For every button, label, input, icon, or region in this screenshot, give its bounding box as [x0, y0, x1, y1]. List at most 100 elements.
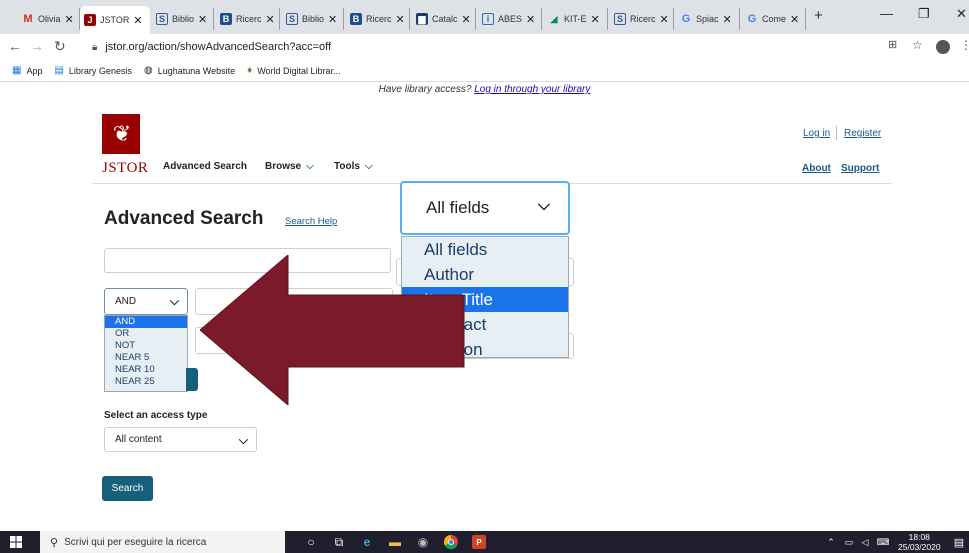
os-taskbar: ⚲ Scrivi qui per eseguire la ricerca ○ ⧉…: [0, 531, 969, 553]
about-link[interactable]: About: [802, 163, 831, 174]
task-view-icon[interactable]: ⧉: [332, 535, 346, 549]
tab-gmail[interactable]: M Olivia ✕: [18, 8, 80, 30]
tab-biblio[interactable]: S Biblio ✕: [152, 8, 214, 30]
tab-abes[interactable]: i ABES ✕: [478, 8, 542, 30]
field-select[interactable]: All fields ⌵: [400, 181, 570, 235]
close-tab-icon[interactable]: ✕: [65, 13, 74, 26]
restore-icon[interactable]: ❐: [918, 6, 930, 22]
bookmark-library-genesis[interactable]: ▤ Library Genesis: [54, 65, 131, 76]
tab-label: KIT-E: [564, 14, 587, 24]
lock-icon: 🔒︎: [92, 41, 98, 53]
access-type-value: All content: [115, 434, 162, 445]
translate-icon[interactable]: ⊞: [888, 38, 897, 51]
tab-label: ABES: [498, 14, 523, 24]
chrome-logo-icon: [444, 535, 458, 549]
google-icon: G: [681, 13, 691, 25]
close-tab-icon[interactable]: ✕: [790, 13, 799, 26]
chevron-down-icon: ⌵: [169, 294, 179, 308]
close-tab-icon[interactable]: ✕: [723, 13, 732, 26]
page-title: Advanced Search: [104, 208, 264, 229]
battery-icon[interactable]: ▭: [842, 535, 856, 549]
chevron-down-icon: ⌵: [364, 161, 373, 172]
operator-option[interactable]: NOT: [105, 340, 187, 352]
chevron-down-icon: ⌵: [537, 197, 550, 214]
edge-icon[interactable]: e: [360, 535, 374, 549]
s-icon: S: [156, 13, 168, 25]
taskbar-clock[interactable]: 18:08 25/03/2020: [898, 532, 941, 552]
close-tab-icon[interactable]: ✕: [266, 13, 275, 26]
cortana-icon[interactable]: ○: [304, 535, 318, 549]
add-field-button[interactable]: [186, 368, 198, 391]
search-button[interactable]: Search: [102, 476, 153, 501]
bookmarks-bar: ▦ App ▤ Library Genesis ◍ Lughatuna Website…: [0, 60, 969, 82]
url-text: jstor.org/action/showAdvancedSearch?acc=…: [105, 41, 332, 53]
tab-spiacenti[interactable]: G Spiac ✕: [676, 8, 740, 30]
tab-jstor[interactable]: J JSTOR ✕: [80, 6, 150, 34]
close-tab-icon[interactable]: ✕: [396, 13, 405, 26]
tab-come[interactable]: G Come ✕: [742, 8, 806, 30]
star-icon[interactable]: ☆: [912, 38, 923, 52]
operator-option[interactable]: OR: [105, 328, 187, 340]
tab-catalogo[interactable]: ▆ Catalc ✕: [412, 8, 476, 30]
nav-advanced-search[interactable]: Advanced Search: [163, 161, 247, 172]
reload-icon[interactable]: ↻: [54, 38, 66, 55]
menu-icon[interactable]: ⋮: [960, 38, 969, 52]
tab-label: Biblio: [172, 14, 195, 24]
close-tab-icon[interactable]: ✕: [133, 14, 142, 27]
tab-biblio-2[interactable]: S Biblio ✕: [282, 8, 344, 30]
file-explorer-icon[interactable]: ▬: [388, 535, 402, 549]
bookmark-apps[interactable]: ▦ App: [12, 65, 42, 76]
new-tab-button[interactable]: +: [814, 7, 823, 24]
tab-ricerca-2[interactable]: B Ricerc ✕: [346, 8, 410, 30]
register-link[interactable]: Register: [844, 128, 881, 139]
close-tab-icon[interactable]: ✕: [462, 13, 471, 26]
taskbar-search-input[interactable]: ⚲ Scrivi qui per eseguire la ricerca: [40, 531, 285, 553]
media-icon[interactable]: ◉: [416, 535, 430, 549]
access-type-select[interactable]: All content ⌵: [104, 427, 257, 452]
nav-tools[interactable]: Tools ⌵: [334, 161, 373, 172]
close-tab-icon[interactable]: ✕: [660, 13, 669, 26]
volume-icon[interactable]: ◁: [858, 535, 872, 549]
tab-kit[interactable]: ◢ KIT-E ✕: [544, 8, 608, 30]
operator-option[interactable]: NEAR 5: [105, 352, 187, 364]
browser-tab-strip: M Olivia ✕ J JSTOR ✕ S Biblio ✕ B Ricerc ✕ S…: [0, 0, 969, 34]
windows-start-icon[interactable]: [10, 536, 22, 548]
bookmark-world-digital-library[interactable]: ♦ World Digital Librar...: [247, 65, 340, 76]
keyboard-icon[interactable]: ⌨: [876, 535, 890, 549]
close-tab-icon[interactable]: ✕: [526, 13, 535, 26]
login-link[interactable]: Log in: [803, 128, 830, 139]
support-link[interactable]: Support: [841, 163, 879, 174]
bookmark-lughatuna[interactable]: ◍ Lughatuna Website: [144, 65, 235, 76]
tray-chevron-icon[interactable]: ⌃: [824, 535, 838, 549]
search-help-link[interactable]: Search Help: [285, 216, 337, 227]
tab-ricerca[interactable]: B Ricerc ✕: [216, 8, 280, 30]
close-tab-icon[interactable]: ✕: [328, 13, 337, 26]
chrome-icon[interactable]: [444, 535, 458, 549]
s-icon: S: [286, 13, 298, 25]
notifications-icon[interactable]: ▤: [952, 535, 966, 549]
tab-ricerca-3[interactable]: S Ricerc ✕: [610, 8, 674, 30]
close-tab-icon[interactable]: ✕: [198, 13, 207, 26]
forward-icon[interactable]: →: [30, 38, 44, 54]
minimize-icon[interactable]: —: [880, 6, 893, 21]
url-field[interactable]: 🔒︎ jstor.org/action/showAdvancedSearch?a…: [92, 37, 872, 57]
clock-date: 25/03/2020: [898, 542, 941, 552]
close-window-icon[interactable]: ✕: [956, 6, 967, 22]
operator-option[interactable]: AND: [105, 316, 187, 328]
operator-select[interactable]: AND ⌵: [104, 288, 188, 315]
library-login-link[interactable]: Log in through your library: [474, 84, 590, 95]
nav-browse[interactable]: Browse ⌵: [265, 161, 314, 172]
jstor-emblem-icon: ❦: [102, 114, 140, 154]
nav-label: Browse: [265, 161, 302, 172]
globe-icon: ◍: [143, 65, 153, 76]
b-icon: B: [350, 13, 362, 25]
close-tab-icon[interactable]: ✕: [591, 13, 600, 26]
operator-option[interactable]: NEAR 10: [105, 364, 187, 376]
jstor-logo[interactable]: ❦ JSTOR: [102, 114, 148, 176]
avatar[interactable]: [936, 40, 950, 54]
powerpoint-icon[interactable]: P: [472, 535, 486, 549]
back-icon[interactable]: ←: [8, 38, 22, 54]
operator-option[interactable]: NEAR 25: [105, 376, 187, 388]
address-bar-row: ← → ↻ 🔒︎ jstor.org/action/showAdvancedSe…: [0, 34, 969, 60]
divider: [836, 126, 837, 140]
